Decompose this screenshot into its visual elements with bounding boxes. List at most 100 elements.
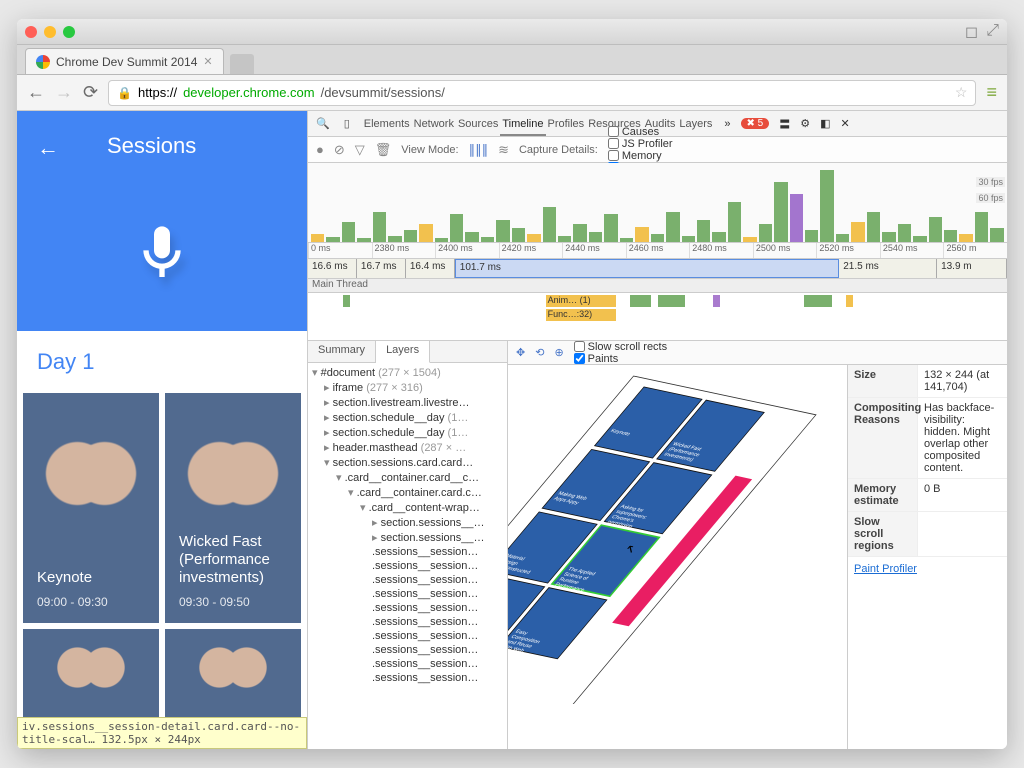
reload-button[interactable]: ⟳ xyxy=(83,82,98,103)
device-mode-icon[interactable]: ▯ xyxy=(342,113,352,134)
page-hero: ← Sessions xyxy=(17,111,307,331)
frame-segment[interactable]: 101.7 ms xyxy=(455,259,839,278)
panel-tab-profiles[interactable]: Profiles xyxy=(546,114,587,134)
minimize-window-button[interactable] xyxy=(44,26,56,38)
flame-bar[interactable] xyxy=(658,295,686,307)
session-card[interactable]: Wicked Fast (Performance investments) 09… xyxy=(165,393,301,623)
sub-tab-summary[interactable]: Summary xyxy=(308,341,376,362)
reset-icon[interactable]: ⊕ xyxy=(554,346,563,359)
url-path: /devsummit/sessions/ xyxy=(321,85,445,100)
panel-tab-network[interactable]: Network xyxy=(412,114,456,134)
pan-icon[interactable]: ✥ xyxy=(516,346,525,359)
flame-bar[interactable] xyxy=(713,295,720,307)
flame-bar[interactable] xyxy=(804,295,832,307)
tree-node[interactable]: .sessions__session… xyxy=(308,657,507,671)
layer-stage[interactable]: KeynoteWicked Fast(Performanceinvestment… xyxy=(508,365,847,749)
prop-value: Has backface-visibility: hidden. Might o… xyxy=(918,398,1007,478)
new-tab-button[interactable] xyxy=(230,54,254,74)
viz-opt-paints[interactable]: Paints xyxy=(574,353,667,365)
tree-node[interactable]: section.livestream.livestre… xyxy=(308,395,507,410)
tree-node[interactable]: .sessions__session… xyxy=(308,643,507,657)
close-window-button[interactable] xyxy=(25,26,37,38)
capture-causes[interactable]: Causes xyxy=(608,126,673,138)
fullscreen-icon[interactable]: ⤢ xyxy=(986,22,999,42)
tab-strip: Chrome Dev Summit 2014 ✕ xyxy=(17,45,1007,75)
tree-node[interactable]: .card__content-wrap… xyxy=(308,500,507,515)
capture-memory[interactable]: Memory xyxy=(608,150,673,162)
page-title: Sessions xyxy=(107,133,196,159)
close-tab-icon[interactable]: ✕ xyxy=(203,55,212,68)
viz-opt-slow-scroll-rects[interactable]: Slow scroll rects xyxy=(574,341,667,353)
clear-icon[interactable]: ⊘ xyxy=(334,142,345,158)
timeline-overview[interactable]: 30 fps 60 fps xyxy=(308,163,1007,243)
bars-view-icon[interactable]: ∥∥∥ xyxy=(469,142,489,158)
frame-segment[interactable]: 21.5 ms xyxy=(839,259,937,278)
flame-bar[interactable] xyxy=(343,295,350,307)
session-card[interactable]: Keynote 09:00 - 09:30 xyxy=(23,393,159,623)
tree-node[interactable]: section.sessions__… xyxy=(308,515,507,530)
frame-segment[interactable]: 16.4 ms xyxy=(406,259,455,278)
flame-chart[interactable]: Anim… (1) Func…:32) xyxy=(308,293,1007,341)
tree-node[interactable]: .sessions__session… xyxy=(308,671,507,685)
tree-node[interactable]: #document (277 × 1504) xyxy=(308,365,507,380)
zoom-window-button[interactable] xyxy=(63,26,75,38)
prop-value xyxy=(918,512,1007,556)
rotate-icon[interactable]: ⟲ xyxy=(535,346,544,359)
flame-bar[interactable]: Func…:32) xyxy=(546,309,616,321)
flame-bar[interactable] xyxy=(846,295,853,307)
tree-node[interactable]: section.schedule__day (1… xyxy=(308,410,507,425)
app-back-icon[interactable]: ← xyxy=(37,135,59,160)
error-badge[interactable]: ✖ 5 xyxy=(741,118,770,129)
tree-node[interactable]: section.sessions__… xyxy=(308,530,507,545)
forward-button[interactable]: → xyxy=(55,82,73,103)
frame-segment[interactable]: 13.9 m xyxy=(937,259,1007,278)
time-ruler[interactable]: 0 ms2380 ms2400 ms2420 ms2440 ms2460 ms2… xyxy=(308,243,1007,259)
viz-toolbar: ✥ ⟲ ⊕ Slow scroll rects Paints xyxy=(508,341,1007,365)
frame-row[interactable]: 16.6 ms16.7 ms16.4 ms101.7 ms21.5 ms13.9… xyxy=(308,259,1007,279)
hamburger-menu-icon[interactable]: ≡ xyxy=(986,82,997,103)
flame-bar[interactable]: Anim… (1) xyxy=(546,295,616,307)
bookmark-star-icon[interactable]: ☆ xyxy=(955,84,968,101)
panel-tab-elements[interactable]: Elements xyxy=(362,114,412,134)
back-button[interactable]: ← xyxy=(27,82,45,103)
tree-node[interactable]: .card__container.card__c… xyxy=(308,470,507,485)
capture-js-profiler[interactable]: JS Profiler xyxy=(608,138,673,150)
layer-tree[interactable]: #document (277 × 1504)iframe (277 × 316)… xyxy=(308,363,507,749)
dock-side-icon[interactable]: ◧ xyxy=(820,117,830,130)
panel-tab-layers[interactable]: Layers xyxy=(677,114,714,134)
user-icon[interactable]: ◻ xyxy=(965,22,978,42)
tree-node[interactable]: .card__container.card.c… xyxy=(308,485,507,500)
tree-node[interactable]: section.sessions.card.card… xyxy=(308,455,507,470)
layers-viz: ✥ ⟲ ⊕ Slow scroll rects Paints KeynoteWi… xyxy=(508,341,1007,749)
filter-icon[interactable]: ▽ xyxy=(355,142,365,158)
flame-view-icon[interactable]: ≋ xyxy=(498,142,509,158)
panel-tab-timeline[interactable]: Timeline xyxy=(500,114,545,136)
tree-node[interactable]: section.schedule__day (1… xyxy=(308,425,507,440)
record-icon[interactable]: ● xyxy=(316,142,324,157)
tree-node[interactable]: .sessions__session… xyxy=(308,545,507,559)
tree-node[interactable]: header.masthead (287 × … xyxy=(308,440,507,455)
tree-node[interactable]: .sessions__session… xyxy=(308,573,507,587)
address-bar[interactable]: 🔒 https://developer.chrome.com/devsummit… xyxy=(108,80,976,106)
tree-node[interactable]: .sessions__session… xyxy=(308,559,507,573)
settings-gear-icon[interactable]: ⚙ xyxy=(800,117,810,130)
close-devtools-icon[interactable]: ✕ xyxy=(841,117,850,130)
browser-tab[interactable]: Chrome Dev Summit 2014 ✕ xyxy=(25,48,224,74)
tree-node[interactable]: .sessions__session… xyxy=(308,629,507,643)
panel-tab-sources[interactable]: Sources xyxy=(456,114,500,134)
tree-node[interactable]: iframe (277 × 316) xyxy=(308,380,507,395)
frame-segment[interactable]: 16.7 ms xyxy=(357,259,406,278)
garbage-icon[interactable]: 🗑 xyxy=(375,142,392,158)
tree-node[interactable]: .sessions__session… xyxy=(308,615,507,629)
tree-node[interactable]: .sessions__session… xyxy=(308,587,507,601)
url-scheme: https:// xyxy=(138,85,177,100)
paint-profiler-link[interactable]: Paint Profiler xyxy=(848,557,1007,581)
devtools: 🔍 ▯ ElementsNetworkSourcesTimelineProfil… xyxy=(307,111,1007,749)
drawer-toggle-icon[interactable]: 〓 xyxy=(779,116,790,132)
inspect-icon[interactable]: 🔍 xyxy=(314,113,332,134)
flame-bar[interactable] xyxy=(630,295,651,307)
more-panels-icon[interactable]: » xyxy=(724,118,730,130)
frame-segment[interactable]: 16.6 ms xyxy=(308,259,357,278)
sub-tab-layers[interactable]: Layers xyxy=(376,341,430,363)
tree-node[interactable]: .sessions__session… xyxy=(308,601,507,615)
